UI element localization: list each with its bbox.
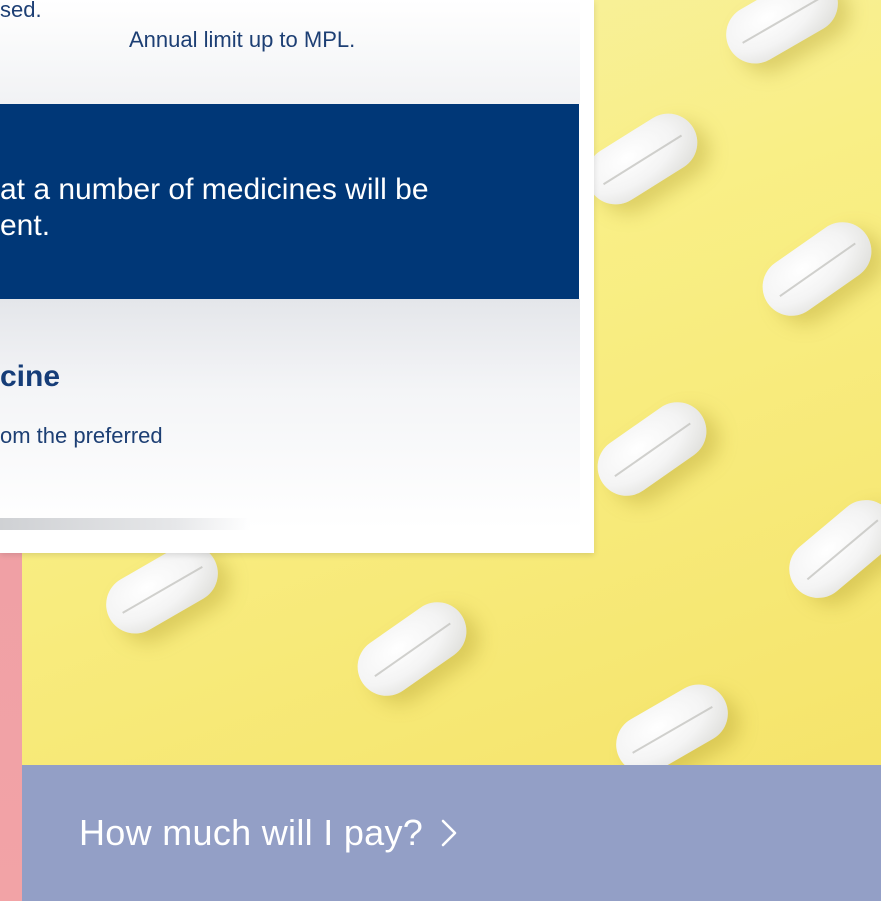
highlight-text-line2: ent. [0,209,51,242]
pill-image [575,102,709,216]
section-heading: cine [0,360,61,393]
highlight-text-line1: at a number of medicines will be [0,173,429,206]
card-divider-shadow [0,518,250,530]
info-card: sed. Annual limit up to MPL. at a number… [0,0,594,553]
pill-image [346,590,478,708]
chevron-right-icon [435,815,461,851]
pill-image [777,488,881,610]
pill-image [605,673,739,765]
section-subtext: om the preferred [0,423,163,448]
how-much-will-i-pay-link[interactable]: How much will I pay? [22,765,881,901]
pill-image [586,390,718,508]
cta-label: How much will I pay? [79,812,424,853]
pill-image [751,210,881,328]
text-fragment: sed. [0,0,42,22]
annual-limit-text: Annual limit up to MPL. [129,27,356,52]
highlight-text: at a number of medicines will be ent. [0,172,429,244]
card-lower-section [0,299,580,529]
card-top-section: sed. Annual limit up to MPL. [0,0,580,104]
pill-image [715,0,849,75]
